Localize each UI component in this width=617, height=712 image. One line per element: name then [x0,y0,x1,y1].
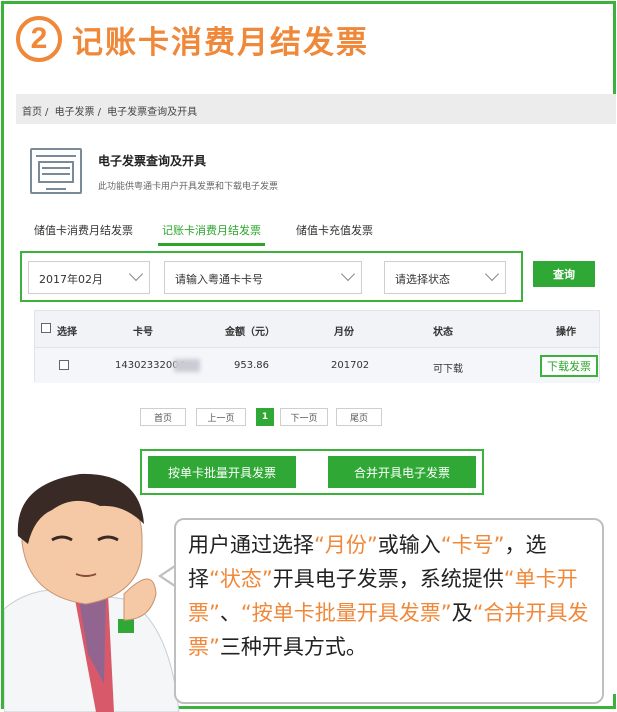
month-select[interactable]: 2017年02月 [28,261,150,294]
filter-panel: 2017年02月 请输入粤通卡卡号 请选择状态 [20,251,523,302]
pager-last[interactable]: 尾页 [336,408,382,426]
status-placeholder: 请选择状态 [395,273,450,286]
breadcrumb-sep: / [97,107,101,118]
breadcrumb-home[interactable]: 首页 [22,107,42,118]
bubble-highlight: “按单卡批量开具发票” [240,601,452,625]
table-header: 选择 卡号 金额（元） 月份 状态 操作 [35,311,599,347]
download-invoice-button[interactable]: 下载发票 [540,355,598,377]
bubble-text: 三种开具方式。 [219,635,367,659]
header-card: 卡号 [133,327,153,338]
pager-prev[interactable]: 上一页 [196,408,246,426]
query-button[interactable]: 查询 [533,261,595,287]
step-title: 记账卡消费月结发票 [72,24,369,61]
breadcrumb-sep: / [45,107,49,118]
bubble-text: 开具电子发票，系统提供 [272,567,504,591]
header-amount: 金额（元） [225,327,275,338]
select-all-checkbox[interactable] [41,323,51,333]
breadcrumb-einvoice[interactable]: 电子发票 [55,107,95,118]
bubble-text: 、 [219,601,241,625]
step-header: 2 记账卡消费月结发票 [16,14,369,64]
section-header: 电子发票查询及开具 此功能供粤通卡用户开具发票和下载电子发票 [30,148,278,194]
row-month: 201702 [331,360,370,371]
bubble-highlight: “卡号” [440,533,505,557]
breadcrumb-current: 电子发票查询及开具 [107,107,198,118]
invoice-table: 选择 卡号 金额（元） 月份 状态 操作 14302332004 953.86 … [34,310,600,383]
row-amount: 953.86 [234,360,269,371]
bubble-text: 或输入 [377,533,441,557]
status-select[interactable]: 请选择状态 [384,261,506,294]
tab-account-card-monthly[interactable]: 记账卡消费月结发票 [158,218,265,246]
pager-first[interactable]: 首页 [140,408,186,426]
card-number-select[interactable]: 请输入粤通卡卡号 [164,261,362,294]
tab-stored-value-monthly[interactable]: 储值卡消费月结发票 [34,218,133,238]
section-title: 电子发票查询及开具 [98,154,207,168]
step-number-badge: 2 [16,16,62,62]
header-month: 月份 [334,327,354,338]
header-select: 选择 [57,327,77,338]
merge-invoice-button[interactable]: 合并开具电子发票 [328,456,476,488]
chevron-down-icon [484,266,500,282]
page-frame: 2 记账卡消费月结发票 首页 / 电子发票 / 电子发票查询及开具 电子发票查询及开… [1,1,616,712]
invoice-tabs: 储值卡消费月结发票 记账卡消费月结发票 储值卡充值发票 [16,218,616,246]
bubble-highlight: “月份” [314,533,378,557]
masked-digits [174,359,200,372]
pager-next[interactable]: 下一页 [280,408,328,426]
section-subtitle: 此功能供粤通卡用户开具发票和下载电子发票 [98,182,279,192]
tab-stored-value-topup[interactable]: 储值卡充值发票 [296,218,373,238]
invoice-doc-icon [30,148,82,194]
bubble-text: 用户通过选择 [188,533,314,557]
row-status: 可下载 [433,364,463,375]
header-status: 状态 [433,327,453,338]
table-row: 14302332004 953.86 201702 可下载 下载发票 [35,347,599,383]
bubble-text: 及 [451,601,473,625]
row-checkbox[interactable] [59,360,69,370]
header-action: 操作 [556,327,576,338]
pager-current[interactable]: 1 [256,408,274,426]
bubble-highlight: “状态” [209,567,273,591]
chevron-down-icon [340,266,356,282]
speech-bubble: 用户通过选择“月份”或输入“卡号”，选择“状态”开具电子发票，系统提供“单卡开票… [174,518,604,704]
breadcrumb: 首页 / 电子发票 / 电子发票查询及开具 [16,94,616,124]
card-number-placeholder: 请输入粤通卡卡号 [175,273,263,286]
month-select-value: 2017年02月 [39,273,103,286]
chevron-down-icon [128,266,144,282]
